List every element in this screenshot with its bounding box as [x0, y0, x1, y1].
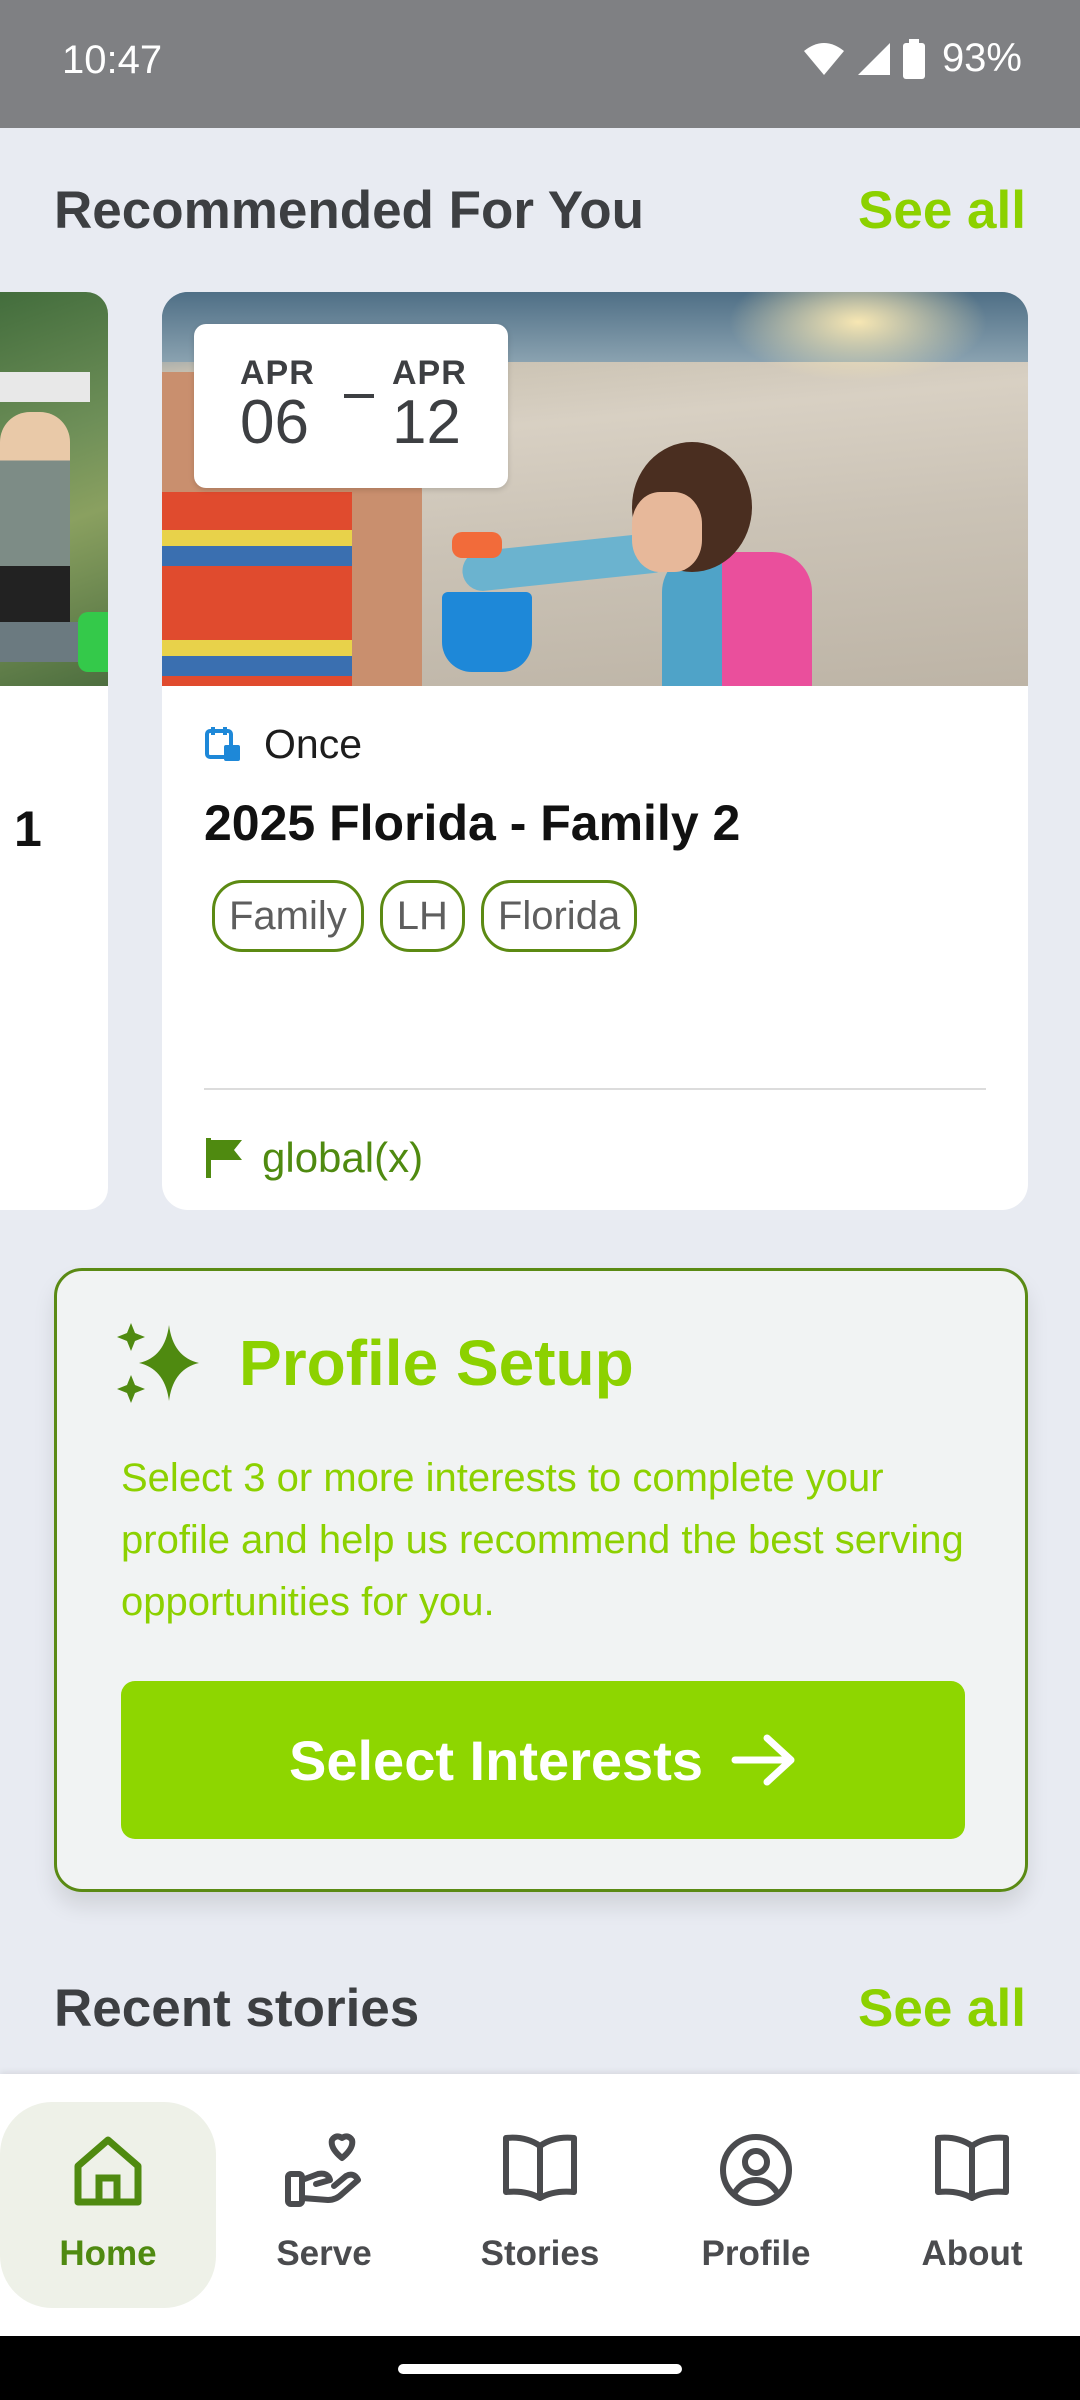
divider [204, 1088, 986, 1090]
select-interests-label: Select Interests [289, 1728, 703, 1792]
battery-percent: 93% [941, 36, 1022, 80]
battery-icon [902, 38, 925, 79]
date-start: APR 06 [240, 354, 315, 454]
nav-label: Serve [276, 2234, 372, 2273]
calendar-icon [205, 727, 240, 761]
recommended-title: Recommended For You [54, 181, 644, 240]
cell-signal-icon [857, 42, 890, 75]
arrow-right-icon [731, 1734, 795, 1786]
tag-chip: Family [212, 880, 364, 952]
profile-setup-card: Profile Setup Select 3 or more interests… [54, 1268, 1028, 1892]
recent-stories-header: Recent stories See all [54, 1978, 1026, 2058]
date-end: APR 12 [392, 354, 467, 454]
tag-chip: LH [379, 880, 465, 952]
bottom-navigation: Home Serve Stories Profile About [0, 2074, 1080, 2336]
flag-icon [206, 1138, 242, 1178]
organization-name: global(x) [262, 1134, 424, 1181]
event-card-image: APR 06 APR 12 [162, 292, 1028, 686]
status-icons: 93% [802, 36, 1022, 81]
book-icon [503, 2134, 577, 2201]
event-title: 2025 Florida - Family 2 [204, 795, 741, 851]
nav-item-profile[interactable]: Profile [648, 2102, 864, 2308]
organization-row: global(x) [204, 1128, 423, 1188]
recommended-header: Recommended For You See all [54, 180, 1026, 260]
recommended-see-all-link[interactable]: See all [858, 180, 1026, 241]
date-end-day: 12 [392, 388, 461, 457]
nav-item-home[interactable]: Home [0, 2102, 216, 2308]
nav-label: Stories [480, 2234, 600, 2273]
profile-setup-description: Select 3 or more interests to complete y… [121, 1456, 964, 1624]
home-icon [74, 2136, 142, 2206]
nav-item-stories[interactable]: Stories [432, 2102, 648, 2308]
select-interests-button[interactable]: Select Interests [121, 1681, 965, 1839]
event-card-partial[interactable]: 1 [0, 292, 108, 1210]
home-gesture-handle[interactable] [398, 2364, 682, 2374]
frequency-row: Once [204, 716, 362, 772]
status-bar: 10:47 93% [0, 0, 1080, 128]
nav-label: About [921, 2234, 1023, 2273]
date-separator [344, 394, 374, 398]
profile-setup-title: Profile Setup [239, 1327, 634, 1399]
status-time: 10:47 [62, 38, 163, 82]
book-icon [935, 2134, 1009, 2201]
tag-list: Family LH Florida [212, 880, 638, 952]
recent-stories-see-all-link[interactable]: See all [858, 1978, 1026, 2039]
event-card-partial-title: 1 [14, 801, 42, 857]
screen: 10:47 93% Recommended For You See all 1 … [0, 0, 1080, 2400]
nav-label: Home [59, 2234, 157, 2273]
serve-icon [285, 2133, 361, 2207]
recent-stories-title: Recent stories [54, 1979, 420, 2038]
wifi-icon [803, 42, 844, 75]
tag-chip: Florida [480, 880, 638, 952]
date-start-month: APR [240, 354, 315, 392]
profile-icon [720, 2134, 792, 2206]
nav-label: Profile [701, 2234, 811, 2273]
date-start-day: 06 [240, 388, 309, 457]
event-card-partial-image [0, 292, 108, 686]
date-range-badge: APR 06 APR 12 [194, 324, 508, 488]
frequency-label: Once [264, 720, 362, 767]
sparkles-icon [117, 1323, 199, 1403]
profile-setup-header: Profile Setup [117, 1321, 634, 1405]
date-end-month: APR [392, 354, 467, 392]
nav-item-about[interactable]: About [864, 2102, 1080, 2308]
event-card[interactable]: APR 06 APR 12 Once 2025 Florida - Family… [162, 292, 1028, 1210]
system-navigation-bar [0, 2336, 1080, 2400]
nav-item-serve[interactable]: Serve [216, 2102, 432, 2308]
